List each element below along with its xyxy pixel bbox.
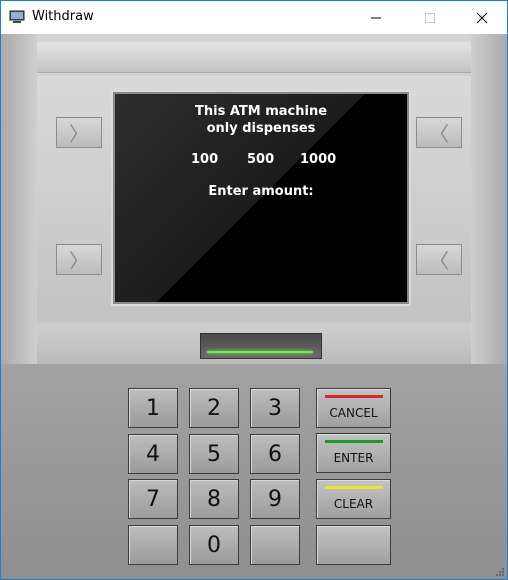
atm-body: 〉 〉 〈 〈 This ATM machine only dispenses … — [1, 34, 507, 579]
amount-option-1000: 1000 — [300, 152, 337, 167]
key-3[interactable]: 3 — [250, 388, 300, 428]
keypad-panel: 1 2 3 4 5 6 7 8 9 0 CANCEL ENTER CLEAR — [1, 364, 507, 579]
chevron-right-icon: 〉 — [69, 122, 89, 146]
card-slot[interactable] — [200, 333, 322, 359]
right-screen-button-1[interactable]: 〈 — [416, 117, 462, 148]
atm-top-rail — [37, 42, 471, 73]
chevron-right-icon: 〉 — [69, 249, 89, 273]
key-9[interactable]: 9 — [250, 479, 300, 519]
amount-option-100: 100 — [191, 152, 219, 167]
title-bar: Withdraw — [1, 1, 507, 34]
cancel-color-bar — [325, 395, 383, 398]
key-1[interactable]: 1 — [128, 388, 178, 428]
close-button[interactable] — [459, 1, 505, 34]
left-screen-button-2[interactable]: 〉 — [56, 244, 102, 275]
enter-button[interactable]: ENTER — [316, 433, 391, 473]
enter-color-bar — [325, 440, 383, 443]
clear-button[interactable]: CLEAR — [316, 479, 391, 519]
resize-grip-icon[interactable] — [495, 567, 505, 577]
chevron-left-icon: 〈 — [429, 122, 449, 146]
key-0[interactable]: 0 — [189, 525, 239, 565]
key-5[interactable]: 5 — [189, 434, 239, 474]
clear-label: CLEAR — [333, 497, 374, 511]
key-2[interactable]: 2 — [189, 388, 239, 428]
screen-message-line-1: This ATM machine — [194, 104, 328, 119]
atm-window: Withdraw 〉 〉 〈 〈 This ATM machine only d… — [0, 0, 508, 580]
maximize-icon — [425, 12, 435, 23]
enter-label: ENTER — [333, 451, 374, 465]
amount-option-500: 500 — [247, 152, 275, 167]
cancel-label: CANCEL — [329, 406, 378, 420]
minimize-button[interactable] — [353, 1, 399, 34]
blank-function-button[interactable] — [316, 525, 391, 565]
card-slot-indicator — [207, 351, 313, 353]
key-7[interactable]: 7 — [128, 479, 178, 519]
key-8[interactable]: 8 — [189, 479, 239, 519]
window-title: Withdraw — [32, 9, 94, 24]
key-6[interactable]: 6 — [250, 434, 300, 474]
atm-screen: This ATM machine only dispenses 100 500 … — [113, 92, 409, 304]
amount-prompt: Enter amount: — [208, 184, 314, 199]
cancel-button[interactable]: CANCEL — [316, 388, 391, 428]
maximize-button[interactable] — [407, 1, 453, 34]
close-icon — [476, 12, 488, 23]
atm-side-left — [1, 34, 37, 364]
screen-message-line-2: only dispenses — [206, 121, 316, 136]
minimize-icon — [371, 17, 381, 18]
clear-color-bar — [325, 486, 383, 489]
key-blank-right[interactable] — [250, 525, 300, 565]
key-blank-left[interactable] — [128, 525, 178, 565]
left-screen-button-1[interactable]: 〉 — [56, 117, 102, 148]
chevron-left-icon: 〈 — [429, 249, 449, 273]
right-screen-button-2[interactable]: 〈 — [416, 244, 462, 275]
atm-side-right — [471, 34, 507, 364]
key-4[interactable]: 4 — [128, 434, 178, 474]
app-icon — [9, 10, 25, 23]
